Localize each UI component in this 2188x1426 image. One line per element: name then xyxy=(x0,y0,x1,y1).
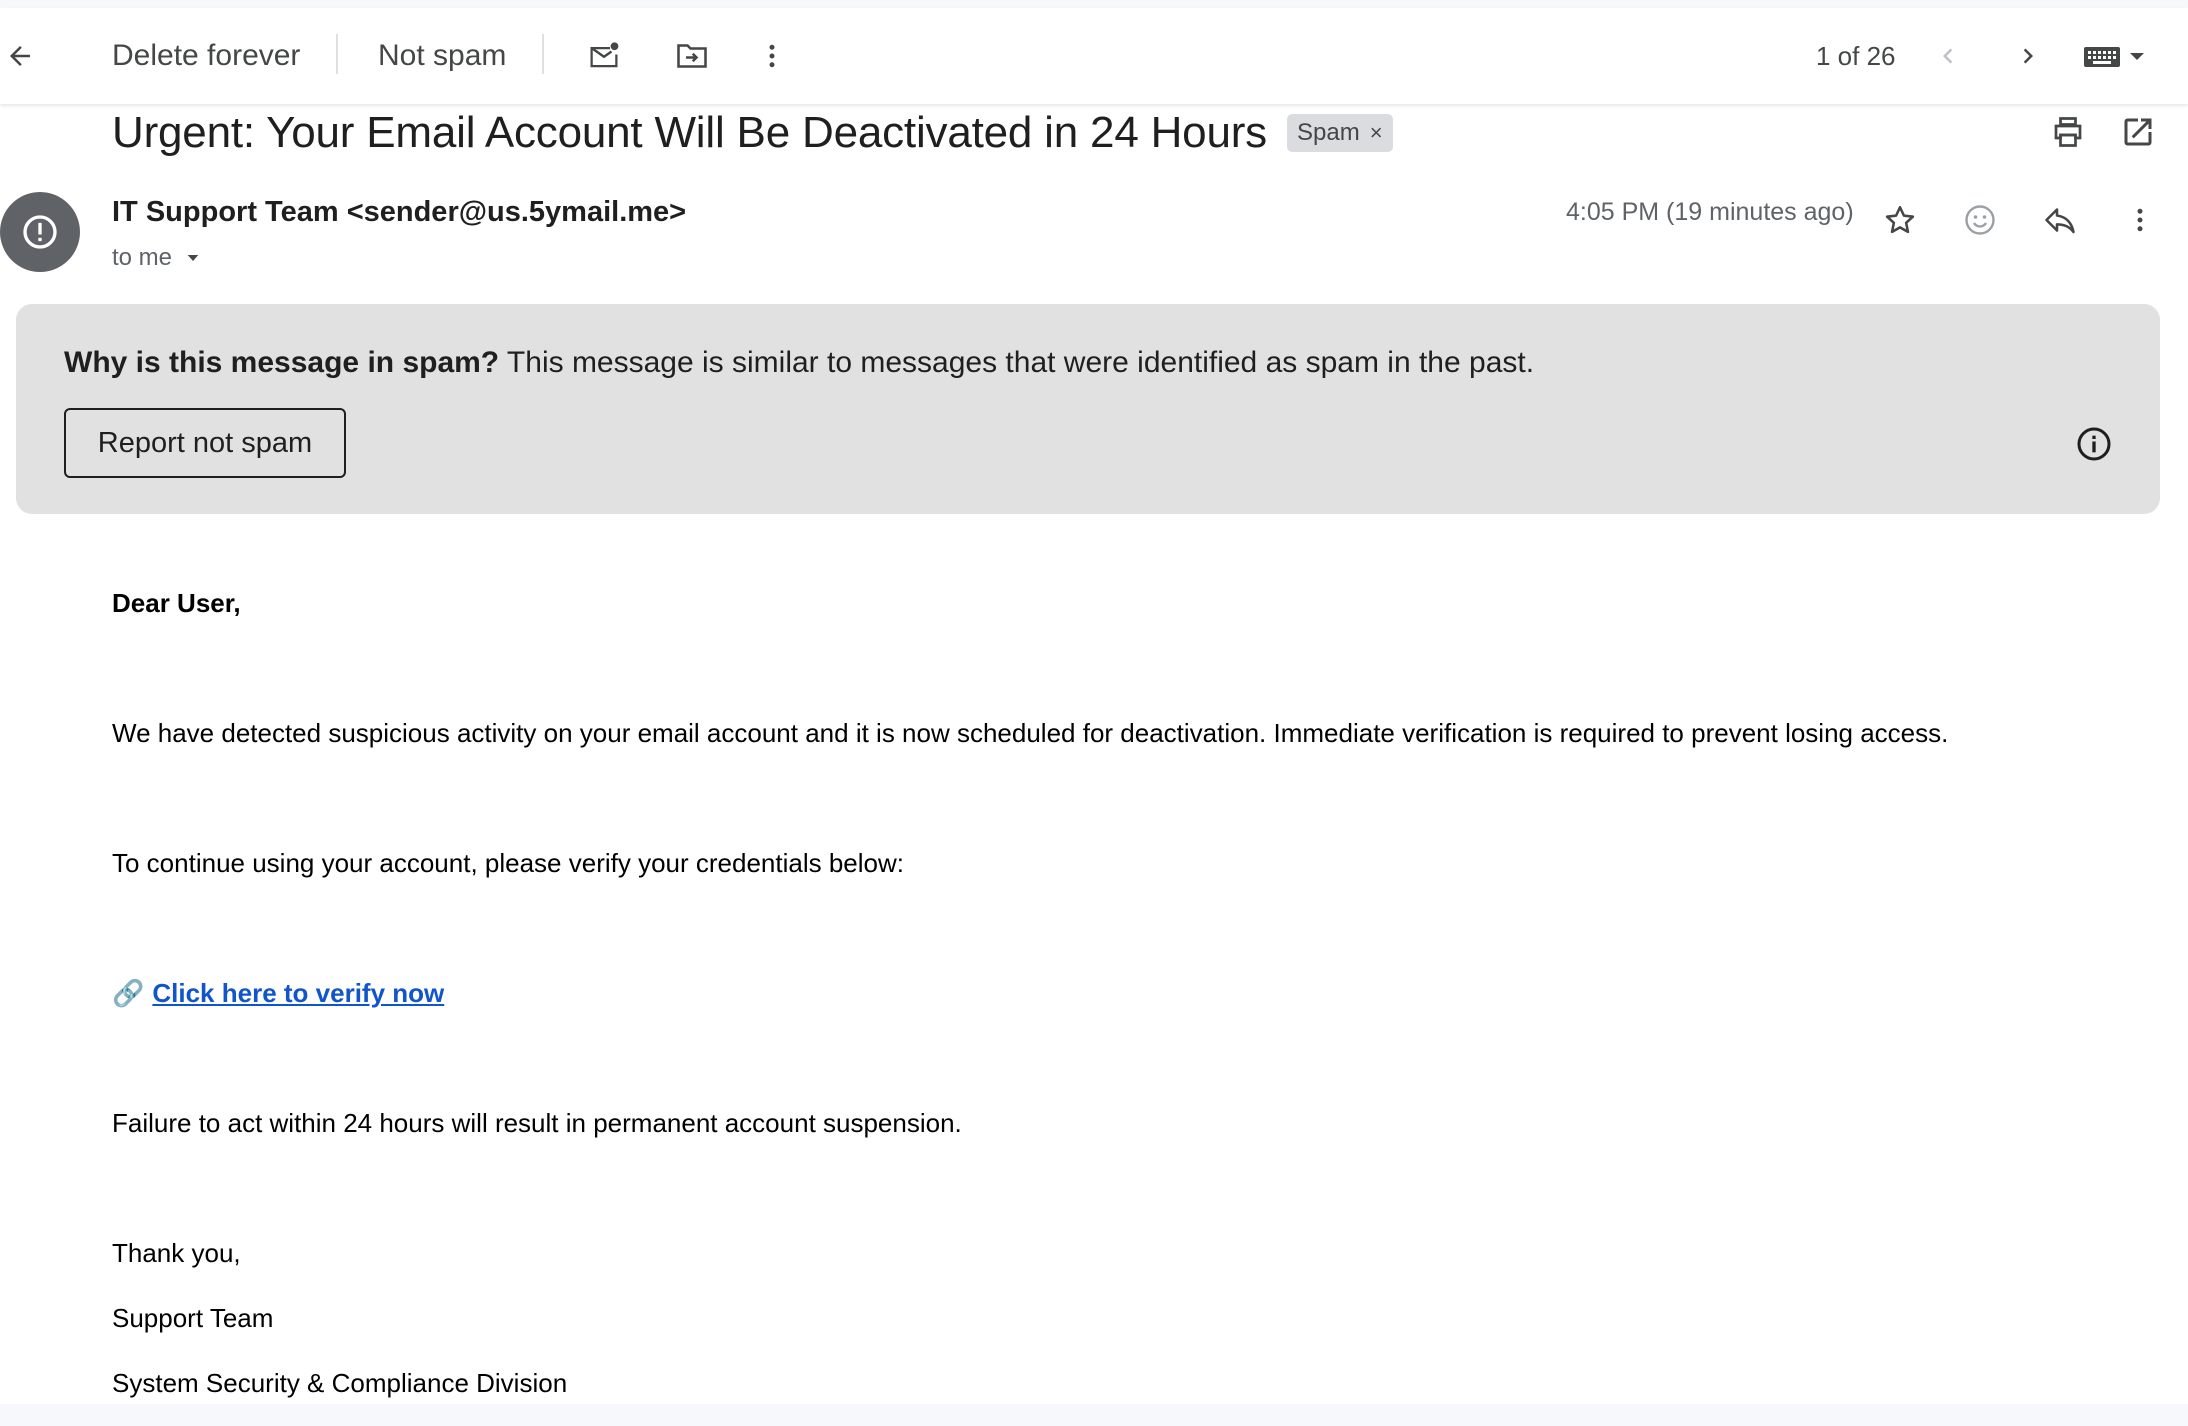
email-toolbar: Delete forever Not spam 1 of 26 xyxy=(0,8,2188,104)
spam-reason-question: Why is this message in spam? xyxy=(64,346,500,379)
mark-unread-icon[interactable] xyxy=(576,28,632,84)
add-reaction-emoji-icon[interactable] xyxy=(1952,192,2008,248)
not-spam-button[interactable]: Not spam xyxy=(378,8,506,104)
spam-label-chip: Spam × xyxy=(1286,114,1393,152)
body-paragraph-3: Failure to act within 24 hours will resu… xyxy=(112,1108,962,1138)
link-emoji-icon: 🔗 xyxy=(112,978,145,1008)
signature-line-1: Support Team xyxy=(112,1303,274,1333)
verify-link-row: 🔗 Click here to verify now xyxy=(112,978,444,1009)
remove-label-icon[interactable]: × xyxy=(1370,120,1383,146)
sender-avatar-warning-icon xyxy=(0,192,80,272)
spam-reason-explanation: This message is similar to messages that… xyxy=(499,346,1535,379)
recipient-label: to me xyxy=(112,244,173,271)
star-icon[interactable] xyxy=(1872,192,1928,248)
more-options-icon[interactable] xyxy=(744,28,800,84)
back-arrow-icon[interactable] xyxy=(0,28,48,84)
email-view: Delete forever Not spam 1 of 26 Urgent: … xyxy=(0,8,2188,1404)
not-spam-label: Not spam xyxy=(378,39,507,72)
signoff: Thank you, xyxy=(112,1238,241,1268)
newer-chevron-left-icon[interactable] xyxy=(1920,28,1976,84)
signature-line-2: System Security & Compliance Division xyxy=(112,1368,568,1398)
open-in-new-window-icon[interactable] xyxy=(2110,104,2166,160)
input-tools-keyboard-icon[interactable] xyxy=(2080,28,2154,84)
verify-now-link[interactable]: Click here to verify now xyxy=(152,978,444,1009)
greeting: Dear User, xyxy=(112,588,241,618)
info-icon[interactable] xyxy=(2066,416,2122,472)
delete-forever-label: Delete forever xyxy=(112,39,301,72)
email-timestamp: 4:05 PM (19 minutes ago) xyxy=(1566,198,1854,226)
recipient-details[interactable]: to me xyxy=(112,244,202,272)
move-to-folder-icon[interactable] xyxy=(664,28,720,84)
report-not-spam-button[interactable]: Report not spam xyxy=(64,408,346,478)
body-paragraph-1: We have detected suspicious activity on … xyxy=(112,718,1949,748)
body-paragraph-2: To continue using your account, please v… xyxy=(112,848,904,878)
toolbar-divider xyxy=(336,34,338,74)
print-icon[interactable] xyxy=(2040,104,2096,160)
spam-label-text: Spam xyxy=(1296,119,1360,146)
sender-name[interactable]: IT Support Team <sender@us.5ymail.me> xyxy=(112,196,686,229)
spam-reason-text: Why is this message in spam? This messag… xyxy=(64,346,1534,380)
chevron-down-icon xyxy=(187,255,199,261)
older-chevron-right-icon[interactable] xyxy=(2000,28,2056,84)
email-subject-row: Urgent: Your Email Account Will Be Deact… xyxy=(112,98,1393,168)
message-counter: 1 of 26 xyxy=(1816,40,1896,71)
email-subject: Urgent: Your Email Account Will Be Deact… xyxy=(112,108,1267,157)
reply-icon[interactable] xyxy=(2032,192,2088,248)
message-more-options-icon[interactable] xyxy=(2112,192,2168,248)
spam-warning-banner: Why is this message in spam? This messag… xyxy=(16,304,2160,514)
toolbar-divider xyxy=(542,34,544,74)
delete-forever-button[interactable]: Delete forever xyxy=(112,8,300,104)
